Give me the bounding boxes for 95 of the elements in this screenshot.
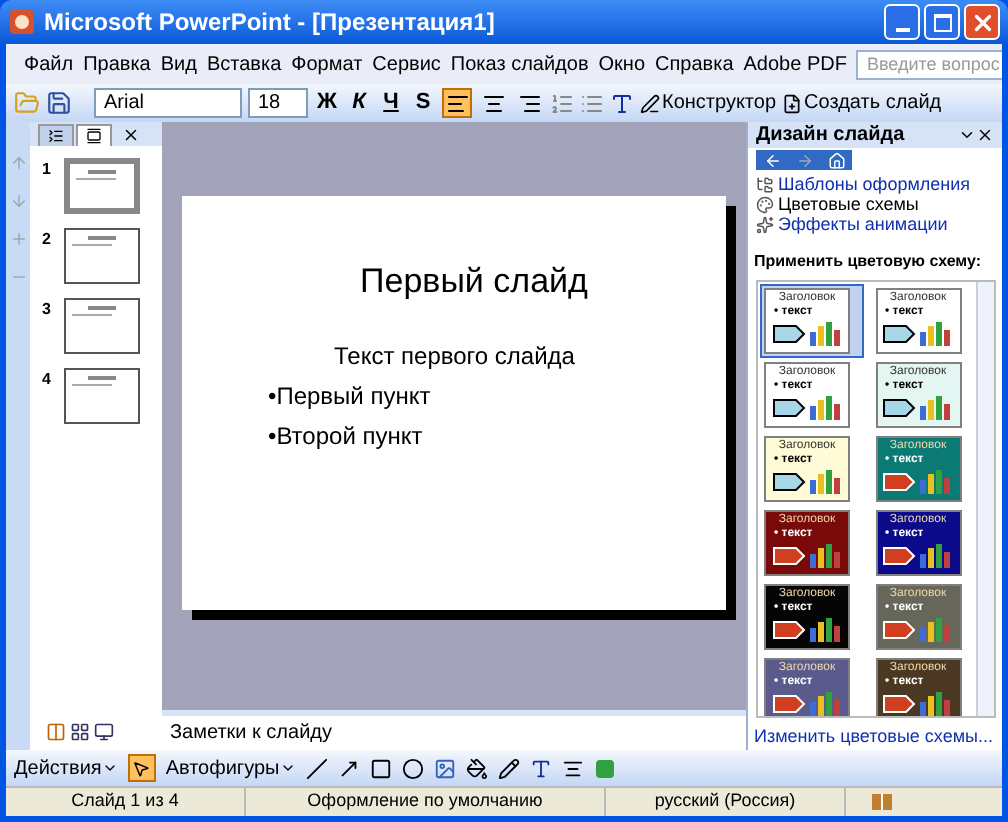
scheme-preview-drawing <box>771 690 843 715</box>
app-icon <box>8 8 36 36</box>
scroll-bar[interactable] <box>976 282 994 715</box>
scheme-preview-drawing <box>771 542 843 571</box>
font-color-icon[interactable] <box>610 91 634 115</box>
slide-thumbnail[interactable] <box>64 298 140 354</box>
normal-view-icon[interactable] <box>46 722 66 742</box>
arrow-icon[interactable] <box>337 757 360 779</box>
font-field[interactable]: Arial <box>94 88 242 118</box>
menu-item[interactable]: Adobe PDF <box>743 49 847 79</box>
pane-link[interactable]: Эффекты анимации <box>778 214 948 235</box>
slide-subtitle: Текст первого слайда <box>334 340 577 374</box>
scheme-preview-drawing <box>882 320 954 349</box>
slide[interactable]: Первый слайд Текст первого слайда •Первый пункт •Второй пункт <box>182 195 726 609</box>
menu-item[interactable]: Справка <box>655 49 734 79</box>
scheme-preview-drawing <box>882 616 954 645</box>
slide-title: Первый слайд <box>358 259 590 303</box>
slide-icon <box>86 128 102 144</box>
slideshow-view-icon[interactable] <box>94 722 114 742</box>
menu-item[interactable]: Правка <box>83 49 151 79</box>
status-text: Оформление по умолчанию <box>246 788 606 816</box>
numbered-list-icon[interactable] <box>550 91 574 115</box>
format-button[interactable]: Ж <box>314 86 340 120</box>
select-button[interactable] <box>127 754 156 782</box>
link-icon <box>756 215 774 234</box>
help-search-field[interactable]: Введите вопрос <box>856 49 1002 79</box>
menu-item[interactable]: Вид <box>160 49 197 79</box>
close-icon[interactable] <box>122 126 140 144</box>
link-icon <box>756 175 774 194</box>
designer-button[interactable]: Конструктор <box>640 88 777 118</box>
maximize-button[interactable] <box>924 4 960 40</box>
change-schemes-link[interactable]: Изменить цветовые схемы... <box>748 723 1002 750</box>
home-icon[interactable] <box>827 151 845 170</box>
pen-icon <box>640 93 660 113</box>
notes-field[interactable]: Заметки к слайду <box>162 710 746 750</box>
slide-bullet: •Второй пункт <box>268 420 425 454</box>
minimize-button[interactable] <box>884 4 920 40</box>
scheme-preview-drawing <box>882 542 954 571</box>
slide-number: 1 <box>42 158 53 182</box>
task-pane-title: Дизайн слайда <box>756 122 905 150</box>
close-icon <box>969 9 995 35</box>
pane-link[interactable]: Цветовые схемы <box>778 194 919 215</box>
format-button[interactable]: К <box>346 86 372 120</box>
scheme-preview-drawing <box>771 394 843 423</box>
font-size-field[interactable]: 18 <box>248 88 308 118</box>
section-heading: Применить цветовую схему: <box>752 250 983 275</box>
scheme-preview-drawing <box>882 394 954 423</box>
line-style-icon[interactable] <box>561 757 584 779</box>
slide-thumbnail[interactable] <box>64 368 140 424</box>
scheme-preview-drawing <box>771 468 843 497</box>
scheme-preview-drawing <box>882 690 954 715</box>
outline-icon <box>48 128 64 144</box>
autoshapes-menu-button[interactable]: Автофигуры <box>165 753 296 783</box>
scheme-preview-drawing <box>882 468 954 497</box>
menu-item[interactable]: Файл <box>24 49 74 79</box>
image-icon[interactable] <box>433 757 456 779</box>
status-text: русский (Россия) <box>606 788 846 816</box>
line-color-icon[interactable] <box>497 757 520 779</box>
slide-thumbnail[interactable] <box>64 228 140 284</box>
save-icon[interactable] <box>46 90 72 116</box>
pointer-icon <box>132 759 151 777</box>
back-icon[interactable] <box>763 151 781 170</box>
slide-number: 2 <box>42 228 53 252</box>
slide-bullet: •Первый пункт <box>268 380 433 414</box>
status-text: Слайд 1 из 4 <box>6 788 246 816</box>
slide-number: 4 <box>42 368 53 392</box>
font-color-icon[interactable] <box>529 757 552 779</box>
line-icon[interactable] <box>305 757 328 779</box>
slide-thumbnail[interactable] <box>64 158 140 214</box>
pane-link[interactable]: Шаблоны оформления <box>778 174 971 195</box>
menu-item[interactable]: Показ слайдов <box>450 49 589 79</box>
close-button[interactable] <box>964 4 1000 40</box>
scheme-preview-drawing <box>771 320 843 349</box>
scheme-preview-drawing <box>771 616 843 645</box>
menu-item[interactable]: Окно <box>598 49 646 79</box>
menu-item[interactable]: Формат <box>291 49 363 79</box>
rectangle-icon[interactable] <box>369 757 392 779</box>
link-icon <box>756 195 774 214</box>
menu-item[interactable]: Сервис <box>372 49 441 79</box>
window-title: Microsoft PowerPoint - [Презентация1] <box>44 6 495 40</box>
format-button[interactable]: Ч <box>378 86 404 120</box>
align-button[interactable] <box>442 88 472 118</box>
fill-color-icon[interactable] <box>465 757 488 779</box>
new-slide-icon <box>782 93 803 113</box>
format-button[interactable]: S <box>410 86 436 120</box>
close-icon[interactable] <box>976 126 994 144</box>
oval-icon[interactable] <box>401 757 424 779</box>
slide-number: 3 <box>42 298 53 322</box>
actions-menu-button[interactable]: Действия <box>14 753 118 783</box>
new-slide-button[interactable]: Создать слайд <box>782 88 942 118</box>
spellcheck-book-icon <box>870 792 894 812</box>
sorter-view-icon[interactable] <box>70 722 90 742</box>
panel-tab[interactable] <box>76 124 112 146</box>
panel-tab[interactable] <box>38 124 74 146</box>
menu-item[interactable]: Вставка <box>206 49 282 79</box>
